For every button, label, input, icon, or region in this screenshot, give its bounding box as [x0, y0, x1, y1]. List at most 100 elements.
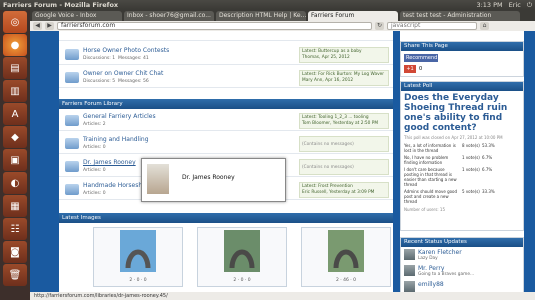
app-icon-4[interactable]: ◐: [3, 172, 27, 194]
status-bar: http://farriersforum.com/libraries/dr-ja…: [30, 292, 535, 300]
member-name: Dr. James Rooney: [182, 174, 235, 181]
library-icon: [65, 184, 79, 195]
image-counts: 2 · 0 · 0: [233, 278, 251, 283]
horseshoe-image[interactable]: [94, 228, 182, 274]
member-tooltip[interactable]: Dr. James Rooney: [141, 158, 286, 202]
library-title[interactable]: Training and Handling: [83, 136, 149, 143]
tab-farriers-forum[interactable]: Farriers Forum: [308, 11, 398, 21]
page-viewport: Horse Owner Photo Contests Discussions: …: [30, 31, 535, 293]
app-icon[interactable]: A: [3, 103, 27, 125]
files-icon[interactable]: ▤: [3, 57, 27, 79]
forum-stats: Discussions: 5 Messages: 56: [83, 79, 149, 84]
library-icon: [65, 138, 79, 149]
image-card[interactable]: 2 · 46 · 0: [301, 227, 391, 287]
member-photo: [147, 164, 169, 194]
status-item[interactable]: emilly88: [401, 279, 523, 293]
url-bar[interactable]: farriersforum.com: [57, 22, 372, 30]
tab-description[interactable]: Description HTML Help | Ke...: [216, 11, 306, 21]
forum-row[interactable]: Owner on Owner Chit Chat Discussions: 5 …: [59, 68, 393, 88]
latest-post[interactable]: Latest: Tooling 1_2_3 ... tooling Tom Blo…: [299, 113, 389, 129]
poll-option: Admins should move good post and create …: [404, 189, 495, 204]
dash-icon[interactable]: ◎: [3, 11, 27, 33]
forum-title[interactable]: Owner on Owner Chit Chat: [83, 70, 163, 77]
clock[interactable]: 3:13 PM: [476, 0, 502, 10]
library-stats: Articles: 0: [83, 191, 106, 196]
back-icon[interactable]: ◀: [33, 22, 42, 30]
library-stats: Articles: 2: [83, 122, 106, 127]
tab-bar: Google Voice - Inbox Inbox - shoer76@gma…: [30, 10, 535, 21]
library-icon: [65, 161, 79, 172]
forum-icon: [65, 49, 79, 60]
tab-google-voice[interactable]: Google Voice - Inbox: [32, 11, 122, 21]
image-counts: 2 · 46 · 0: [335, 278, 357, 283]
library-title[interactable]: Dr. James Rooney: [83, 159, 136, 166]
library-icon: [65, 115, 79, 126]
library-header: Farriers Forum Library: [59, 99, 393, 109]
latest-post: (Contains no messages): [299, 159, 389, 175]
library-title[interactable]: General Farriery Articles: [83, 113, 156, 120]
status-updates-box: Recent Status Updates Karen Fletcher Lazy…: [400, 237, 524, 293]
poll-question[interactable]: Does the Everyday Shoeing Thread ruin on…: [401, 91, 523, 135]
horseshoe-image[interactable]: [302, 228, 390, 274]
status-item[interactable]: Karen Fletcher Lazy Day: [401, 247, 523, 263]
share-box: Share This Page Recommend +1 0: [400, 41, 524, 77]
navigation-bar: ◀ ▶ farriersforum.com ↻ javascript ⌂: [30, 21, 535, 31]
status-updates-header: Recent Status Updates: [401, 238, 523, 247]
os-title-bar: Farriers Forum - Mozilla Firefox 3:13 PM…: [0, 0, 535, 10]
latest-post[interactable]: Latest: For Rick Burton: My Log Waver Mar…: [299, 70, 389, 86]
latest-images-header: Latest Images: [59, 213, 393, 223]
share-header: Share This Page: [401, 42, 523, 51]
library-title[interactable]: Handmade Horsesh...: [83, 182, 148, 189]
poll-option: I don't care because posting in that thr…: [404, 167, 493, 187]
status-item[interactable]: Mr. Perry Going to a Braves game...: [401, 263, 523, 279]
unity-launcher: ◎ ● ▤ ▥ A ◆ ▣ ◐ ▦ ☷ ◙ 🗑: [0, 10, 30, 300]
home-icon[interactable]: ⌂: [480, 22, 489, 30]
horseshoe-image[interactable]: [198, 228, 286, 274]
window-title: Farriers Forum - Mozilla Firefox: [3, 1, 119, 9]
latest-post[interactable]: Latest: Frost Prevention Eric Russell, Ye…: [299, 182, 389, 198]
poll-box: Latest Poll Does the Everyday Shoeing Th…: [400, 81, 524, 231]
forum-title[interactable]: Horse Owner Photo Contests: [83, 47, 169, 54]
forward-icon[interactable]: ▶: [45, 22, 54, 30]
avatar[interactable]: [404, 281, 415, 292]
library-row[interactable]: Training and Handling Articles: 0 (Conta…: [59, 134, 393, 154]
gplus-count: 0: [419, 66, 423, 72]
forum-stats: Discussions: 1 Messages: 41: [83, 56, 149, 61]
poll-meta: This poll was closed on Apr 27, 2012 at …: [404, 135, 503, 140]
latest-post: (Contains no messages): [299, 136, 389, 152]
poll-option: No, I have no problem finding informatio…: [404, 155, 493, 165]
avatar[interactable]: [404, 249, 415, 260]
app-icon-2[interactable]: ◆: [3, 126, 27, 148]
tab-inbox[interactable]: Inbox - shoer76@gmail.co...: [124, 11, 214, 21]
poll-footer: Number of users: 15: [404, 207, 445, 212]
power-icon[interactable]: ⏻: [527, 0, 532, 10]
firefox-icon[interactable]: ●: [3, 34, 27, 56]
avatar[interactable]: [404, 265, 415, 276]
latest-post[interactable]: Latest: Buttercup as a baby Thomas, Apr 2…: [299, 47, 389, 63]
recommend-button[interactable]: Recommend: [404, 54, 438, 62]
image-counts: 2 · 0 · 0: [129, 278, 147, 283]
user-name[interactable]: Eric: [509, 0, 521, 10]
trash-icon[interactable]: 🗑: [3, 264, 27, 286]
app-icon-5[interactable]: ▦: [3, 195, 27, 217]
image-card[interactable]: 2 · 0 · 0: [197, 227, 287, 287]
app-icon-6[interactable]: ☷: [3, 218, 27, 240]
library-row[interactable]: General Farriery Articles Articles: 2 La…: [59, 111, 393, 131]
sidebar: Share This Page Recommend +1 0 Latest Po…: [400, 31, 524, 293]
gplus-button[interactable]: +1: [404, 65, 416, 73]
image-card[interactable]: 2 · 0 · 0: [93, 227, 183, 287]
main-content: Horse Owner Photo Contests Discussions: …: [59, 31, 393, 293]
tab-admin[interactable]: test test test - Administration: [400, 11, 520, 21]
forum-row[interactable]: Horse Owner Photo Contests Discussions: …: [59, 45, 393, 65]
reload-icon[interactable]: ↻: [375, 22, 384, 30]
library-stats: Articles: 0: [83, 145, 106, 150]
library-stats: Articles: 0: [83, 168, 106, 173]
poll-option: Yes, a lot of information is lost in the…: [404, 143, 495, 153]
files-icon-2[interactable]: ▥: [3, 80, 27, 102]
app-icon-3[interactable]: ▣: [3, 149, 27, 171]
poll-header: Latest Poll: [401, 82, 523, 91]
forum-row-cut: [59, 31, 393, 41]
app-icon-7[interactable]: ◙: [3, 241, 27, 263]
forum-icon: [65, 72, 79, 83]
search-input[interactable]: javascript: [387, 22, 477, 30]
